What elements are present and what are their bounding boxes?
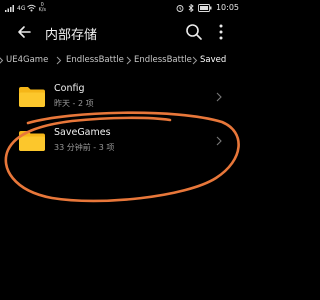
search-button[interactable] bbox=[185, 23, 203, 41]
bluetooth-icon bbox=[188, 3, 194, 12]
net-speed-unit: K/s bbox=[38, 7, 47, 13]
chevron-right-icon bbox=[216, 92, 222, 102]
net-speed: 0 K/s bbox=[38, 3, 46, 13]
chevron-right-icon bbox=[126, 56, 132, 65]
breadcrumb-item-ue4game[interactable]: UE4Game bbox=[6, 55, 48, 65]
file-meta: 33 分钟前 - 3 项 bbox=[54, 143, 115, 152]
more-options-button[interactable] bbox=[214, 23, 228, 41]
breadcrumb-item-endlessbattle[interactable]: EndlessBattle bbox=[66, 55, 124, 65]
wifi-icon bbox=[27, 4, 37, 12]
back-button[interactable] bbox=[16, 24, 32, 40]
status-right: 10:05 bbox=[176, 3, 239, 12]
list-item-config[interactable]: Config 昨天 - 2 项 bbox=[0, 82, 245, 116]
breadcrumb-item-saved[interactable]: Saved bbox=[200, 55, 226, 65]
status-time: 10:05 bbox=[215, 3, 239, 12]
file-name: Config bbox=[54, 83, 85, 94]
toolbar: 内部存储 bbox=[0, 18, 245, 46]
alarm-icon bbox=[176, 4, 184, 12]
chevron-right-icon bbox=[56, 56, 62, 65]
file-meta: 昨天 - 2 项 bbox=[54, 99, 94, 108]
battery-icon bbox=[197, 3, 212, 12]
folder-icon bbox=[19, 131, 45, 151]
status-left: 4G 0 K/s bbox=[5, 3, 46, 13]
folder-icon bbox=[19, 87, 45, 107]
chevron-right-icon bbox=[192, 56, 198, 65]
list-item-savegames[interactable]: SaveGames 33 分钟前 - 3 项 bbox=[0, 126, 245, 160]
breadcrumb: UE4Game EndlessBattle EndlessBattle Save… bbox=[0, 54, 245, 68]
signal-icon bbox=[5, 5, 14, 12]
status-bar: 4G 0 K/s 10:05 bbox=[0, 0, 245, 16]
carrier-text: 4G bbox=[17, 4, 26, 12]
breadcrumb-item-endlessbattle-2[interactable]: EndlessBattle bbox=[134, 55, 192, 65]
chevron-right-icon bbox=[0, 57, 4, 64]
chevron-right-icon bbox=[216, 136, 222, 146]
page-title: 内部存储 bbox=[45, 28, 98, 43]
file-name: SaveGames bbox=[54, 127, 111, 138]
